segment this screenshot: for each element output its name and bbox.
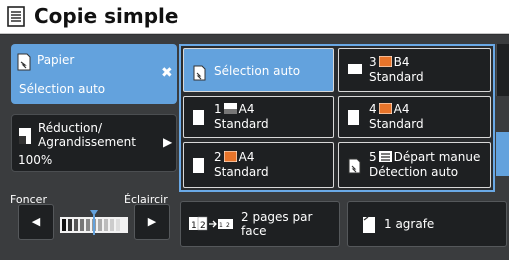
tray-auto-label: Sélection auto [214, 64, 301, 78]
tray-1-number: 1 [214, 102, 222, 116]
tray-1-button[interactable]: 1 A4 Standard [183, 96, 334, 138]
svg-text:2: 2 [226, 222, 230, 229]
svg-text:1: 1 [219, 222, 223, 229]
two-pages-line2: face [241, 224, 267, 238]
tray-3-size: B4 [393, 55, 410, 69]
reduction-label: Réduction/ Agrandissement [38, 121, 136, 149]
paper-icon [193, 65, 206, 81]
tray-2-number: 2 [214, 150, 222, 164]
paper-size-orange-icon [378, 55, 393, 68]
tray-1-size: A4 [238, 102, 255, 116]
paper-portrait-icon [193, 158, 204, 173]
staple-icon [363, 216, 375, 233]
tray-5-bypass-button[interactable]: 5 Départ manue Détection auto [338, 142, 491, 188]
two-pages-per-side-button[interactable]: 1 2 1 2 2 pages par face [180, 201, 340, 247]
paper-label: Papier [37, 53, 75, 67]
paper-portrait-icon [193, 110, 204, 125]
density-scale-icon [60, 210, 128, 235]
svg-text:1: 1 [191, 221, 197, 231]
tray-2-type: Standard [214, 165, 269, 179]
tray-4-button[interactable]: 4 A4 Standard [338, 96, 491, 138]
paper-portrait-icon [348, 110, 359, 125]
arrow-left-icon: ◀ [31, 215, 41, 228]
next-column-button-partial[interactable] [496, 44, 509, 96]
document-icon [19, 128, 31, 144]
tray-2-button[interactable]: 2 A4 Standard [183, 142, 334, 188]
paper-value: Sélection auto [19, 82, 106, 96]
paper-button[interactable]: Papier Sélection auto ✖ [11, 44, 177, 104]
paper-icon [17, 53, 31, 71]
tray-5-size: Départ manue [393, 150, 481, 164]
title-bar: Copie simple [0, 0, 509, 34]
tray-3-title: 3 B4 [369, 55, 410, 69]
tray-2-title: 2 A4 [214, 150, 254, 164]
two-pages-line1: 2 pages par [241, 210, 313, 224]
tray-5-number: 5 [369, 150, 377, 164]
arrow-right-icon: ▶ [147, 215, 157, 228]
tray-4-title: 4 A4 [369, 102, 409, 116]
copy-document-icon [7, 6, 25, 27]
staple-label: 1 agrafe [384, 217, 435, 231]
density-darker-button[interactable]: ◀ [18, 204, 54, 240]
tray-4-number: 4 [369, 102, 377, 116]
tray-1-type: Standard [214, 117, 269, 131]
chevron-right-icon: ▶ [163, 135, 173, 149]
tray-3-number: 3 [369, 55, 377, 69]
close-icon[interactable]: ✖ [161, 65, 173, 81]
bypass-tray-icon [378, 151, 392, 162]
tray-4-type: Standard [369, 117, 424, 131]
tray-3-type: Standard [369, 70, 424, 84]
paper-size-orange-icon [223, 150, 238, 163]
tray-auto-button[interactable]: Sélection auto [183, 48, 334, 92]
tray-1-title: 1 A4 [214, 102, 254, 116]
staple-button[interactable]: 1 agrafe [347, 201, 507, 247]
page-title: Copie simple [34, 4, 179, 28]
paper-landscape-icon [348, 64, 362, 74]
next-column-selected-partial[interactable] [496, 132, 509, 176]
two-pages-label: 2 pages par face [241, 210, 312, 238]
paper-icon [348, 158, 361, 174]
paper-tray-grid: Sélection auto 3 B4 Standard 1 A4 Standard… [179, 44, 495, 192]
tray-2-size: A4 [238, 150, 255, 164]
tray-4-size: A4 [393, 102, 410, 116]
paper-size-white-icon [223, 103, 237, 114]
svg-text:2: 2 [200, 221, 206, 231]
paper-size-orange-icon [378, 102, 393, 115]
reduction-label-line2: Agrandissement [38, 135, 136, 149]
reduction-label-line1: Réduction/ [38, 121, 103, 135]
reduction-value: 100% [18, 153, 53, 167]
tray-5-title: 5 Départ manue [369, 150, 480, 164]
reduction-enlargement-button[interactable]: Réduction/ Agrandissement 100% ▶ [11, 114, 177, 172]
density-lighter-button[interactable]: ▶ [134, 204, 170, 240]
tray-3-button[interactable]: 3 B4 Standard [338, 48, 491, 92]
n-up-icon: 1 2 1 2 [189, 216, 233, 231]
tray-5-type: Détection auto [369, 165, 459, 179]
